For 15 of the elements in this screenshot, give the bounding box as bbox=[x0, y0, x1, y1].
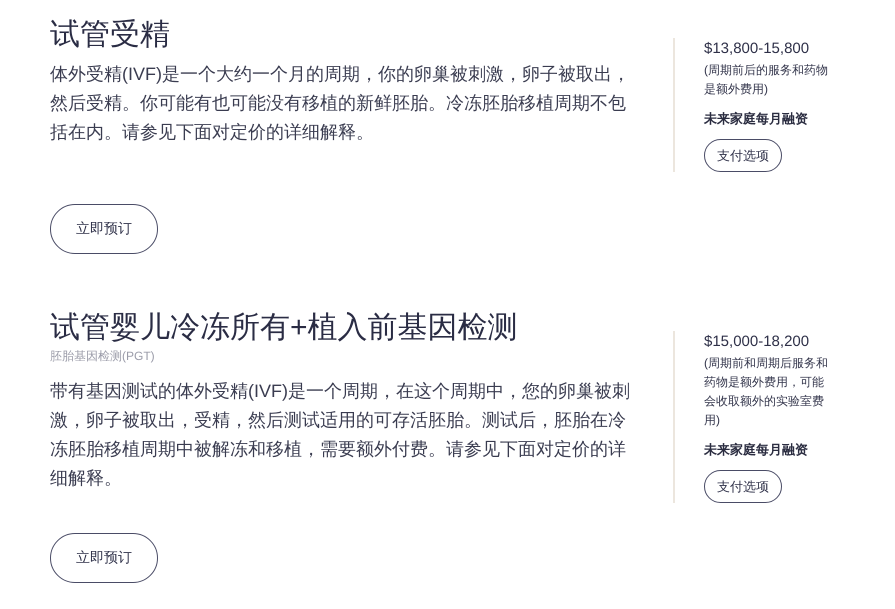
price-note: (周期前和周期后服务和药物是额外费用，可能会收取额外的实验室费用) bbox=[704, 355, 829, 429]
offer-description: 带有基因测试的体外受精(IVF)是一个周期，在这个周期中，您的卵巢被刺激，卵子被取出，受精，然后测试适用的可存活胚胎。测试后，胚胎在冷冻胚胎移植周期中被解冻和移植，需要额外付费。请参见下面对定价的详细解释。 bbox=[50, 380, 631, 490]
offer-title: 试管受精 bbox=[50, 17, 171, 53]
financing-label: 未来家庭每月融资 bbox=[704, 441, 809, 459]
financing-label: 未来家庭每月融资 bbox=[704, 110, 809, 128]
offer-title: 试管婴儿冷冻所有+植入前基因检测 bbox=[50, 310, 519, 346]
payment-options-button[interactable]: 支付选项 bbox=[704, 470, 782, 503]
book-now-button[interactable]: 立即预订 bbox=[50, 533, 158, 583]
offer-subtitle: 胚胎基因检测(PGT) bbox=[50, 348, 156, 365]
price-range: $15,000-18,200 bbox=[704, 332, 810, 352]
offer-description: 体外受精(IVF)是一个大约一个月的周期，你的卵巢被刺激，卵子被取出，然后受精。你可能有也可能没有移植的新鲜胚胎。冷冻胚胎移植周期不包括在内。请参见下面对定价的详细解释。 bbox=[50, 63, 631, 144]
book-now-button[interactable]: 立即预订 bbox=[50, 204, 158, 254]
payment-options-button[interactable]: 支付选项 bbox=[704, 139, 782, 172]
price-range: $13,800-15,800 bbox=[704, 39, 810, 59]
price-note: (周期前后的服务和药物是额外费用) bbox=[704, 62, 829, 98]
